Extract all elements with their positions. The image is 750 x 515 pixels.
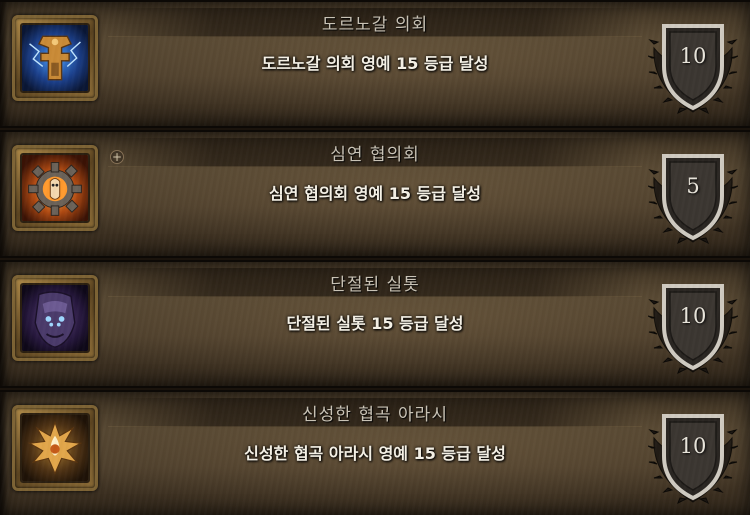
achievement-list: 도르노갈 의회 도르노갈 의회 영예 15 등급 달성 10 심연 협의회 심연… (0, 0, 750, 515)
achievement-title: 도르노갈 의회 (321, 15, 429, 35)
achievement-points: 5 (686, 174, 700, 198)
achievement-description: 심연 협의회 영예 15 등급 달성 (268, 184, 482, 203)
achievement-points-shield: 10 (648, 16, 738, 116)
achievement-description: 단절된 실톳 15 등급 달성 (286, 314, 464, 333)
expand-plus-icon[interactable]: + (110, 150, 124, 164)
achievement-points: 10 (679, 304, 707, 328)
achievement-description: 신성한 협곡 아라시 영예 15 등급 달성 (244, 444, 506, 463)
achievement-row-dornogal[interactable]: 도르노갈 의회 도르노갈 의회 영예 15 등급 달성 10 (0, 0, 750, 128)
achievement-row-severed-threads[interactable]: 단절된 실톳 단절된 실톳 15 등급 달성 10 (0, 260, 750, 388)
achievement-row-hallowfall-arathi[interactable]: 신성한 협곡 아라시 신성한 협곡 아라시 영예 15 등급 달성 10 (0, 390, 750, 515)
achievement-title: 단절된 실톳 (330, 275, 420, 295)
achievement-points: 10 (679, 44, 707, 68)
achievement-points-shield: 5 (648, 146, 738, 246)
achievement-description: 도르노갈 의회 영예 15 등급 달성 (261, 54, 489, 73)
achievement-points-shield: 10 (648, 406, 738, 506)
achievement-points-shield: 10 (648, 276, 738, 376)
achievement-title: 신성한 협곡 아라시 (302, 405, 448, 425)
achievement-points: 10 (679, 434, 707, 458)
